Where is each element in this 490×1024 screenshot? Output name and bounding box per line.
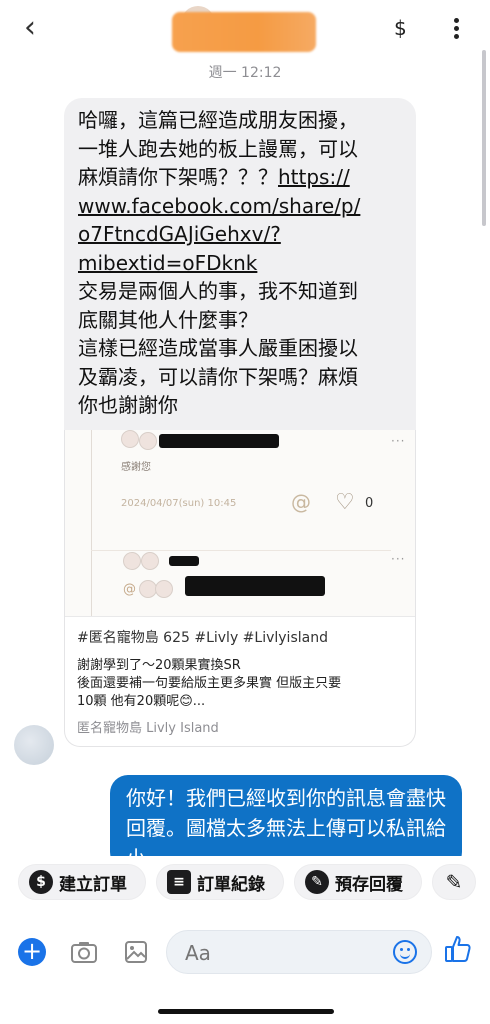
back-chevron-icon[interactable]: ‹ — [24, 10, 36, 45]
link-card-source: 匿名寵物島 Livly Island — [77, 720, 219, 736]
message-line: 及霸凌，可以請你下架嗎？麻煩 — [78, 364, 358, 389]
more-options-icon[interactable] — [446, 15, 466, 43]
more-dots-icon: ··· — [391, 551, 406, 566]
contact-name-redacted[interactable] — [172, 12, 316, 52]
at-icon: @ — [291, 489, 311, 514]
conversation-header: ‹ $ 週一 12:12 — [0, 0, 490, 86]
commenter-avatar — [123, 551, 141, 570]
plus-icon[interactable]: + — [18, 938, 46, 966]
order-list-icon: ≡ — [167, 870, 191, 894]
preview-comment-text: 感謝您 — [121, 461, 151, 473]
message-line: 麻煩請你下架嗎？？？https:// — [78, 165, 350, 189]
quick-actions-bar: $ 建立訂單 ≡ 訂單紀錄 ✎ 預存回覆 ✎ — [0, 856, 490, 912]
emoji-icon[interactable] — [393, 940, 417, 964]
edit-pencil-button[interactable]: ✎ — [432, 864, 476, 900]
heart-icon: ♡ — [335, 489, 355, 515]
message-line: 哈囉，這篇已經造成朋友困擾， — [78, 108, 358, 132]
home-indicator — [158, 1009, 334, 1014]
commenter-avatar — [155, 579, 173, 598]
order-history-button[interactable]: ≡ 訂單紀錄 — [156, 864, 284, 900]
commenter-avatar — [121, 429, 139, 448]
mention-at-icon: @ — [123, 581, 136, 597]
saved-replies-label: 預存回覆 — [335, 874, 403, 895]
redacted-name — [159, 433, 279, 448]
message-line: 交易是兩個人的事，我不知道到 — [78, 279, 358, 303]
message-composer: + — [0, 916, 490, 986]
message-input-field[interactable] — [166, 930, 432, 974]
gallery-icon[interactable] — [124, 940, 148, 964]
create-order-label: 建立訂單 — [59, 874, 127, 895]
camera-icon[interactable] — [70, 940, 98, 964]
like-count: 0 — [365, 495, 374, 511]
message-link[interactable]: https:// — [278, 165, 350, 189]
message-timestamp: 週一 12:12 — [208, 65, 282, 81]
chat-bubbles-icon: ✎ — [305, 870, 329, 894]
commenter-avatar — [141, 551, 159, 570]
pencil-icon: ✎ — [445, 870, 463, 894]
link-card-description: 謝謝學到了～20顆果實換SR — [77, 657, 241, 673]
link-preview-image: ··· 感謝您 2024/04/07(sun) 10:45 @ ♡ 0 ··· … — [65, 429, 415, 617]
order-history-label: 訂單紀錄 — [197, 874, 265, 895]
message-input[interactable] — [183, 939, 377, 967]
create-order-button[interactable]: $ 建立訂單 — [18, 864, 146, 900]
thumbs-up-icon[interactable] — [444, 934, 472, 964]
message-link[interactable]: o7FtncdGAJiGehxv/? — [78, 222, 281, 246]
message-line: 一堆人跑去她的板上謾罵，可以 — [78, 136, 358, 161]
dollar-circle-icon: $ — [29, 870, 53, 894]
incoming-message: 哈囉，這篇已經造成朋友困擾， 一堆人跑去她的板上謾罵，可以 麻煩請你下架嗎？？？… — [64, 98, 416, 747]
scrollbar[interactable] — [482, 50, 486, 226]
saved-replies-button[interactable]: ✎ 預存回覆 — [294, 864, 422, 900]
sender-avatar[interactable] — [14, 725, 54, 765]
redacted-name — [169, 555, 199, 566]
link-card-description: 後面還要補一句要給版主更多果實 但版主只要 — [77, 675, 342, 691]
link-card-description: 10顆 他有20顆呢😊... — [77, 693, 206, 709]
incoming-message-bubble[interactable]: 哈囉，這篇已經造成朋友困擾， 一堆人跑去她的板上謾罵，可以 麻煩請你下架嗎？？？… — [64, 98, 416, 430]
message-link[interactable]: mibextid=oFDknk — [78, 251, 257, 275]
commenter-avatar — [139, 431, 157, 450]
message-line: 底關其他人什麼事？ — [78, 307, 258, 332]
message-line: 你也謝謝你 — [78, 393, 178, 417]
payment-dollar-icon[interactable]: $ — [394, 16, 407, 40]
link-card-title: #匿名寵物島 625 #Livly #Livlyisland — [77, 629, 328, 646]
link-preview-card[interactable]: ··· 感謝您 2024/04/07(sun) 10:45 @ ♡ 0 ··· … — [64, 429, 416, 747]
redacted-name — [185, 575, 325, 596]
more-dots-icon: ··· — [391, 433, 406, 448]
message-link[interactable]: www.facebook.com/share/p/ — [78, 194, 360, 218]
message-line: 這樣已經造成當事人嚴重困擾以 — [78, 336, 358, 360]
preview-date: 2024/04/07(sun) 10:45 — [121, 497, 237, 509]
